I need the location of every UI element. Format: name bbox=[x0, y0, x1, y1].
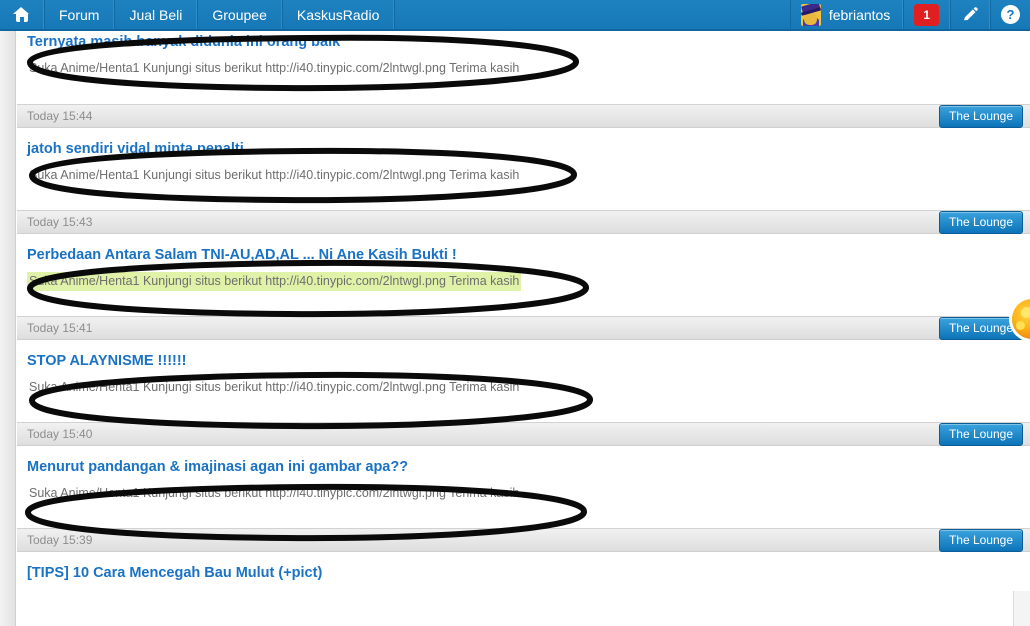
user-menu-button[interactable]: febriantos bbox=[789, 0, 904, 29]
nav-item-label: Groupee bbox=[212, 6, 267, 23]
pencil-icon bbox=[964, 6, 978, 20]
post-title-link[interactable]: Perbedaan Antara Salam TNI-AU,AD,AL ... … bbox=[27, 246, 457, 264]
post-item[interactable]: Ternyata masih banyak didunia ini orang … bbox=[17, 31, 1030, 104]
post-meta-row: Today 15:40 The Lounge bbox=[17, 422, 1030, 446]
post-meta-row: Today 15:39 The Lounge bbox=[17, 528, 1030, 552]
post-title-link[interactable]: [TIPS] 10 Cara Mencegah Bau Mulut (+pict… bbox=[27, 564, 322, 582]
compose-button[interactable] bbox=[950, 0, 990, 29]
post-timestamp: Today 15:40 bbox=[27, 427, 93, 441]
nav-item-kaskusradio[interactable]: KaskusRadio bbox=[281, 0, 395, 29]
nav-item-label: Forum bbox=[59, 6, 100, 23]
post-item[interactable]: STOP ALAYNISME !!!!!! Suka Anime/Henta1 … bbox=[17, 340, 1030, 422]
post-timestamp: Today 15:44 bbox=[27, 109, 93, 123]
nav-item-forum[interactable]: Forum bbox=[44, 0, 115, 29]
post-item[interactable]: [TIPS] 10 Cara Mencegah Bau Mulut (+pict… bbox=[17, 552, 1030, 591]
notification-count-badge: 1 bbox=[914, 3, 939, 26]
nav-home-button[interactable] bbox=[0, 0, 44, 29]
post-timestamp: Today 15:41 bbox=[27, 321, 93, 335]
page-body: Ternyata masih banyak didunia ini orang … bbox=[0, 31, 1030, 626]
post-snippet: Suka Anime/Henta1 Kunjungi situs berikut… bbox=[29, 380, 520, 394]
post-title-link[interactable]: STOP ALAYNISME !!!!!! bbox=[27, 352, 187, 370]
thread-feed: Ternyata masih banyak didunia ini orang … bbox=[17, 31, 1030, 626]
help-button[interactable]: ? bbox=[990, 0, 1030, 29]
forum-category-button[interactable]: The Lounge bbox=[938, 528, 1023, 552]
post-item[interactable]: jatoh sendiri vidal minta penalti Suka A… bbox=[17, 128, 1030, 210]
post-meta-row: Today 15:41 The Lounge bbox=[17, 316, 1030, 340]
help-icon: ? bbox=[1001, 5, 1020, 24]
home-icon bbox=[13, 7, 30, 22]
post-meta-row: Today 15:43 The Lounge bbox=[17, 210, 1030, 234]
forum-category-button[interactable]: The Lounge bbox=[938, 210, 1023, 234]
left-scroll-gutter[interactable] bbox=[0, 31, 16, 626]
post-snippet: Suka Anime/Henta1 Kunjungi situs berikut… bbox=[29, 61, 520, 75]
forum-category-button[interactable]: The Lounge bbox=[938, 316, 1023, 340]
nav-right-group: febriantos 1 ? bbox=[789, 0, 1030, 29]
nav-item-jual-beli[interactable]: Jual Beli bbox=[114, 0, 198, 29]
post-title-link[interactable]: jatoh sendiri vidal minta penalti bbox=[27, 140, 244, 158]
notifications-button[interactable]: 1 bbox=[903, 0, 950, 29]
forum-category-button[interactable]: The Lounge bbox=[938, 104, 1023, 128]
post-snippet: Suka Anime/Henta1 Kunjungi situs berikut… bbox=[29, 168, 520, 182]
post-title-link[interactable]: Menurut pandangan & imajinasi agan ini g… bbox=[27, 458, 408, 476]
nav-left-group: Forum Jual Beli Groupee KaskusRadio bbox=[0, 0, 395, 29]
top-navigation-bar: Forum Jual Beli Groupee KaskusRadio febr… bbox=[0, 0, 1030, 31]
nav-item-label: KaskusRadio bbox=[296, 6, 380, 23]
post-snippet: Suka Anime/Henta1 Kunjungi situs berikut… bbox=[29, 486, 520, 500]
post-title-link[interactable]: Ternyata masih banyak didunia ini orang … bbox=[27, 33, 340, 51]
post-meta-row: Today 15:44 The Lounge bbox=[17, 104, 1030, 128]
post-item[interactable]: Menurut pandangan & imajinasi agan ini g… bbox=[17, 446, 1030, 528]
post-timestamp: Today 15:43 bbox=[27, 215, 93, 229]
nav-item-label: Jual Beli bbox=[129, 6, 183, 23]
forum-category-button[interactable]: The Lounge bbox=[938, 422, 1023, 446]
username-label: febriantos bbox=[828, 6, 891, 23]
nav-item-groupee[interactable]: Groupee bbox=[197, 0, 282, 29]
post-timestamp: Today 15:39 bbox=[27, 533, 93, 547]
post-item[interactable]: Perbedaan Antara Salam TNI-AU,AD,AL ... … bbox=[17, 234, 1030, 316]
user-avatar bbox=[800, 3, 821, 26]
post-snippet: Suka Anime/Henta1 Kunjungi situs berikut… bbox=[27, 272, 522, 291]
nav-spacer bbox=[394, 0, 789, 29]
